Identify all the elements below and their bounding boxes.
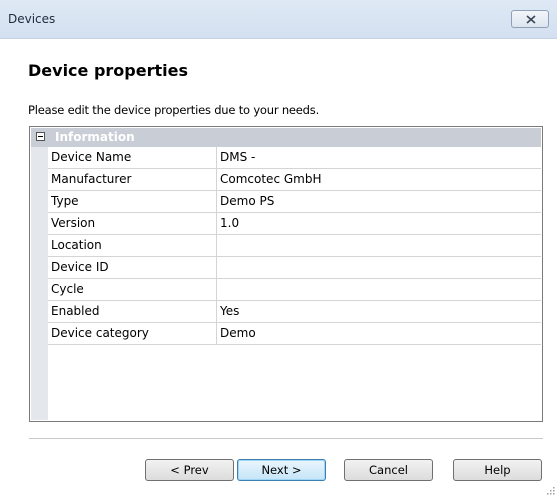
close-icon [526,15,536,24]
property-value[interactable] [218,235,542,256]
property-name: Cycle [48,279,217,300]
category-label: Information [55,130,135,144]
property-row-version[interactable]: Version 1.0 [48,213,541,235]
property-value[interactable] [218,279,542,300]
collapse-icon[interactable] [36,132,45,141]
window-title: Devices [8,12,56,26]
property-name: Device category [48,323,217,344]
close-button[interactable] [511,10,549,28]
property-value[interactable]: Yes [218,301,542,322]
property-row-device-id[interactable]: Device ID [48,257,541,279]
property-row-enabled[interactable]: Enabled Yes [48,301,541,323]
page-title: Device properties [28,61,188,80]
property-row-manufacturer[interactable]: Manufacturer Comcotec GmbH [48,169,541,191]
grid-gutter [31,147,48,420]
property-name: Device Name [48,147,217,168]
help-button[interactable]: Help [453,459,542,481]
property-value[interactable]: Demo PS [218,191,542,212]
property-name: Version [48,213,217,234]
property-value[interactable]: Comcotec GmbH [218,169,542,190]
property-row-device-category[interactable]: Device category Demo [48,323,541,345]
resize-grip-icon[interactable] [545,485,555,495]
property-name: Device ID [48,257,217,278]
title-bar: Devices [0,0,557,39]
property-row-type[interactable]: Type Demo PS [48,191,541,213]
property-value[interactable] [218,257,542,278]
dialog-content: Device properties Please edit the device… [0,39,557,497]
property-name: Manufacturer [48,169,217,190]
property-grid: Information Device Name DMS - Manufactur… [29,126,543,422]
divider [29,438,543,439]
category-row-information[interactable]: Information [31,128,541,147]
property-value[interactable]: 1.0 [218,213,542,234]
property-row-location[interactable]: Location [48,235,541,257]
next-button[interactable]: Next > [237,459,326,481]
property-name: Enabled [48,301,217,322]
instruction-text: Please edit the device properties due to… [28,103,320,117]
property-value[interactable]: Demo [218,323,542,344]
devices-window: Devices Device properties Please edit th… [0,0,557,497]
cancel-button[interactable]: Cancel [344,459,433,481]
prev-button[interactable]: < Prev [145,459,234,481]
property-name: Type [48,191,217,212]
property-row-cycle[interactable]: Cycle [48,279,541,301]
property-row-device-name[interactable]: Device Name DMS - [48,147,541,169]
property-name: Location [48,235,217,256]
property-value[interactable]: DMS - [218,147,542,168]
